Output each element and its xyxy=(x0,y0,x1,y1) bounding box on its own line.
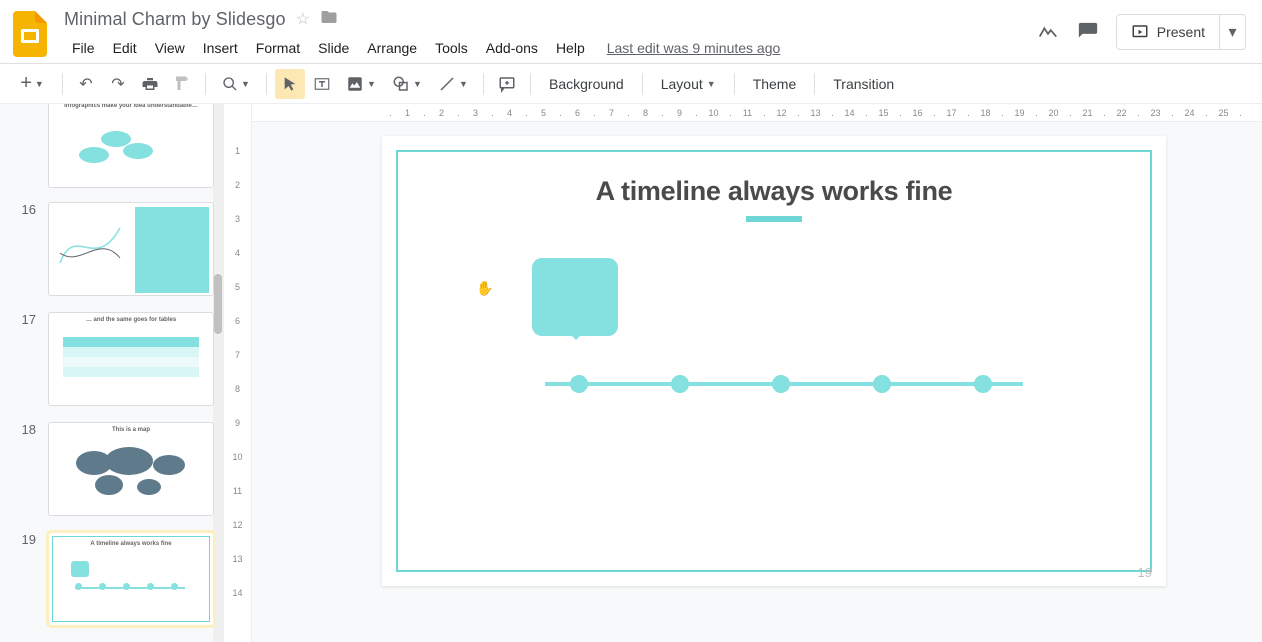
slides-logo xyxy=(10,8,50,60)
paint-format-button[interactable] xyxy=(167,69,197,99)
redo-button[interactable]: ↷ xyxy=(103,69,133,99)
menu-insert[interactable]: Insert xyxy=(195,36,246,60)
slide-border-shape[interactable] xyxy=(396,150,1152,572)
timeline-dot-2[interactable] xyxy=(671,375,689,393)
scrollbar[interactable] xyxy=(213,104,223,642)
print-button[interactable] xyxy=(135,69,165,99)
menu-tools[interactable]: Tools xyxy=(427,36,476,60)
menu-slide[interactable]: Slide xyxy=(310,36,357,60)
slide-canvas[interactable]: A timeline always works fine ✋ 19 xyxy=(382,136,1166,586)
slide-panel[interactable]: Infographics make your idea understandab… xyxy=(0,104,224,642)
slide-thumb-15[interactable]: Infographics make your idea understandab… xyxy=(48,104,214,188)
select-tool[interactable] xyxy=(275,69,305,99)
shape-tool[interactable]: ▼ xyxy=(385,69,429,99)
main-area: Infographics make your idea understandab… xyxy=(0,104,1262,642)
menu-edit[interactable]: Edit xyxy=(105,36,145,60)
present-button[interactable]: Present xyxy=(1117,15,1219,49)
title-underline-shape[interactable] xyxy=(746,216,802,222)
textbox-tool[interactable] xyxy=(307,69,337,99)
menu-bar: File Edit View Insert Format Slide Arran… xyxy=(64,34,1036,62)
horizontal-ruler: .1.2.3.4.5.6.7.8.9.10.11.12.13.14.15.16.… xyxy=(252,104,1262,122)
slide-thumb-19[interactable]: A timeline always works fine xyxy=(48,532,214,626)
slide-number: 19 xyxy=(1138,565,1152,580)
slide-thumb-16[interactable] xyxy=(48,202,214,296)
transition-button[interactable]: Transition xyxy=(823,69,904,99)
image-tool[interactable]: ▼ xyxy=(339,69,383,99)
background-button[interactable]: Background xyxy=(539,69,634,99)
activity-icon[interactable] xyxy=(1036,20,1060,44)
slide-thumb-18[interactable]: This is a map xyxy=(48,422,214,516)
comment-tool[interactable] xyxy=(492,69,522,99)
present-dropdown[interactable]: ▾ xyxy=(1219,15,1245,49)
layout-button[interactable]: Layout▼ xyxy=(651,69,726,99)
thumb-number-18: 18 xyxy=(12,422,36,437)
thumb-number-17: 17 xyxy=(12,312,36,327)
present-button-group: Present ▾ xyxy=(1116,14,1246,50)
theme-button[interactable]: Theme xyxy=(743,69,807,99)
menu-arrange[interactable]: Arrange xyxy=(359,36,425,60)
present-label: Present xyxy=(1157,24,1205,40)
callout-shape[interactable] xyxy=(532,258,618,336)
thumb-number-16: 16 xyxy=(12,202,36,217)
undo-button[interactable]: ↶ xyxy=(71,69,101,99)
timeline-line[interactable] xyxy=(545,382,1023,386)
zoom-button[interactable]: ▼ xyxy=(214,69,258,99)
timeline-dot-5[interactable] xyxy=(974,375,992,393)
toolbar: +▼ ↶ ↷ ▼ ▼ ▼ ▼ Background Layout▼ Theme … xyxy=(0,64,1262,104)
star-icon[interactable]: ☆ xyxy=(296,9,310,29)
document-title[interactable]: Minimal Charm by Slidesgo xyxy=(64,9,286,30)
slide-title[interactable]: A timeline always works fine xyxy=(382,176,1166,207)
timeline-dot-3[interactable] xyxy=(772,375,790,393)
app-header: Minimal Charm by Slidesgo ☆ File Edit Vi… xyxy=(0,0,1262,64)
folder-icon[interactable] xyxy=(320,8,338,31)
menu-addons[interactable]: Add-ons xyxy=(478,36,546,60)
cursor-icon: ✋ xyxy=(476,280,493,297)
menu-help[interactable]: Help xyxy=(548,36,593,60)
new-slide-button[interactable]: +▼ xyxy=(10,69,54,99)
scrollbar-thumb[interactable] xyxy=(214,274,222,334)
timeline-dot-4[interactable] xyxy=(873,375,891,393)
canvas[interactable]: .1.2.3.4.5.6.7.8.9.10.11.12.13.14.15.16.… xyxy=(252,104,1262,642)
slide-thumb-17[interactable]: … and the same goes for tables xyxy=(48,312,214,406)
last-edit-link[interactable]: Last edit was 9 minutes ago xyxy=(607,40,781,56)
vertical-ruler: 1 2 3 4 5 6 7 8 9 10 11 12 13 14 xyxy=(224,104,252,642)
menu-format[interactable]: Format xyxy=(248,36,308,60)
line-tool[interactable]: ▼ xyxy=(431,69,475,99)
thumb-number-19: 19 xyxy=(12,532,36,547)
menu-file[interactable]: File xyxy=(64,36,103,60)
timeline-dot-1[interactable] xyxy=(570,375,588,393)
menu-view[interactable]: View xyxy=(147,36,193,60)
comments-icon[interactable] xyxy=(1076,20,1100,44)
